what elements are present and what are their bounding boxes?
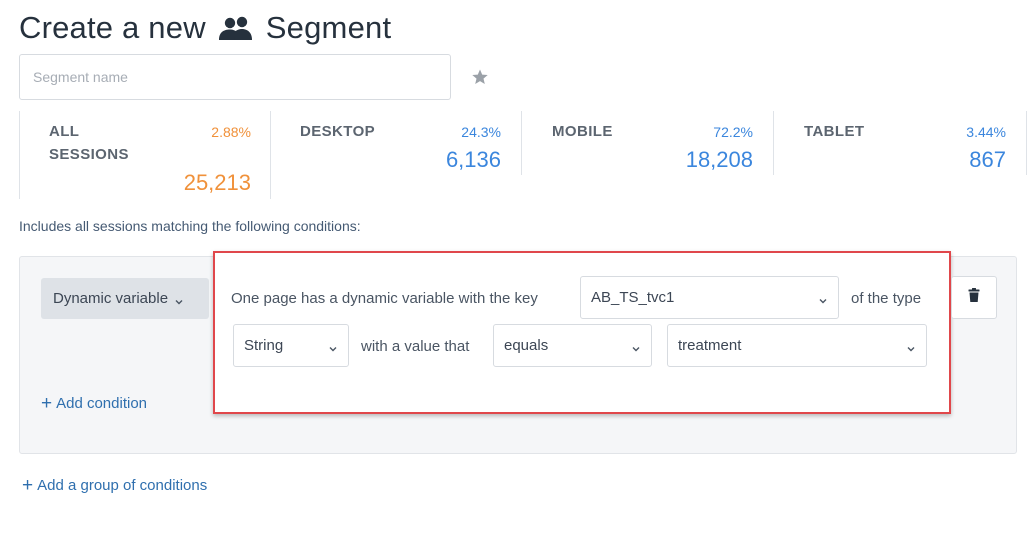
add-group-link[interactable]: + Add a group of conditions	[22, 476, 207, 495]
condition-sentence-type: of the type	[851, 290, 922, 307]
chevron-down-icon	[328, 341, 338, 351]
page-title: Create a new Segment	[19, 8, 391, 48]
condition-type-dropdown[interactable]: Dynamic variable	[41, 278, 209, 319]
stat-divider	[521, 111, 522, 175]
star-icon[interactable]	[470, 67, 490, 87]
type-select-value: String	[244, 337, 284, 354]
chevron-down-icon	[631, 341, 641, 351]
stat-percent: 24.3%	[461, 124, 501, 140]
add-condition-link[interactable]: + Add condition	[41, 394, 147, 413]
stat-divider	[19, 111, 20, 199]
plus-icon: +	[22, 475, 34, 496]
stat-count: 25,213	[183, 170, 251, 195]
session-stats: ALL SESSIONS 2.88% 25,213 DESKTOP 24.3% …	[19, 111, 1029, 199]
stat-label: MOBILE	[552, 123, 613, 140]
stat-label: TABLET	[804, 123, 865, 140]
condition-sentence-value: with a value that	[361, 338, 470, 355]
chevron-down-icon	[174, 294, 184, 304]
add-group-label: Add a group of conditions	[37, 477, 208, 494]
value-select-value: treatment	[678, 337, 742, 354]
value-select[interactable]: treatment	[667, 324, 927, 367]
delete-condition-button[interactable]	[951, 276, 997, 319]
operator-select-value: equals	[504, 337, 549, 354]
stat-label: ALL SESSIONS	[49, 123, 129, 163]
stat-tablet[interactable]: TABLET 3.44% 867	[775, 111, 1029, 199]
segment-name-input[interactable]	[19, 54, 451, 100]
key-select-value: AB_TS_tvc1	[591, 289, 675, 306]
condition-type-label: Dynamic variable	[53, 290, 169, 307]
stat-percent: 2.88%	[211, 124, 251, 140]
chevron-down-icon	[818, 293, 828, 303]
people-icon	[216, 13, 256, 43]
operator-select[interactable]: equals	[493, 324, 652, 367]
stat-count: 18,208	[685, 147, 753, 172]
stat-count: 867	[969, 147, 1006, 172]
key-select[interactable]: AB_TS_tvc1	[580, 276, 839, 319]
stat-percent: 72.2%	[713, 124, 753, 140]
plus-icon: +	[41, 393, 53, 414]
add-condition-label: Add condition	[56, 395, 148, 412]
stat-label: DESKTOP	[300, 123, 376, 140]
stat-divider	[1026, 111, 1027, 175]
condition-sentence-start: One page has a dynamic variable with the…	[231, 290, 538, 307]
title-suffix: Segment	[265, 10, 392, 45]
type-select[interactable]: String	[233, 324, 349, 367]
title-prefix: Create a new	[19, 10, 206, 45]
chevron-down-icon	[906, 341, 916, 351]
stat-mobile[interactable]: MOBILE 72.2% 18,208	[523, 111, 775, 199]
stat-desktop[interactable]: DESKTOP 24.3% 6,136	[271, 111, 523, 199]
stat-divider	[773, 111, 774, 175]
stat-count: 6,136	[445, 147, 501, 172]
stat-all-sessions[interactable]: ALL SESSIONS 2.88% 25,213	[19, 111, 271, 199]
stat-percent: 3.44%	[966, 124, 1006, 140]
conditions-caption: Includes all sessions matching the follo…	[19, 218, 361, 234]
trash-icon	[968, 288, 980, 307]
